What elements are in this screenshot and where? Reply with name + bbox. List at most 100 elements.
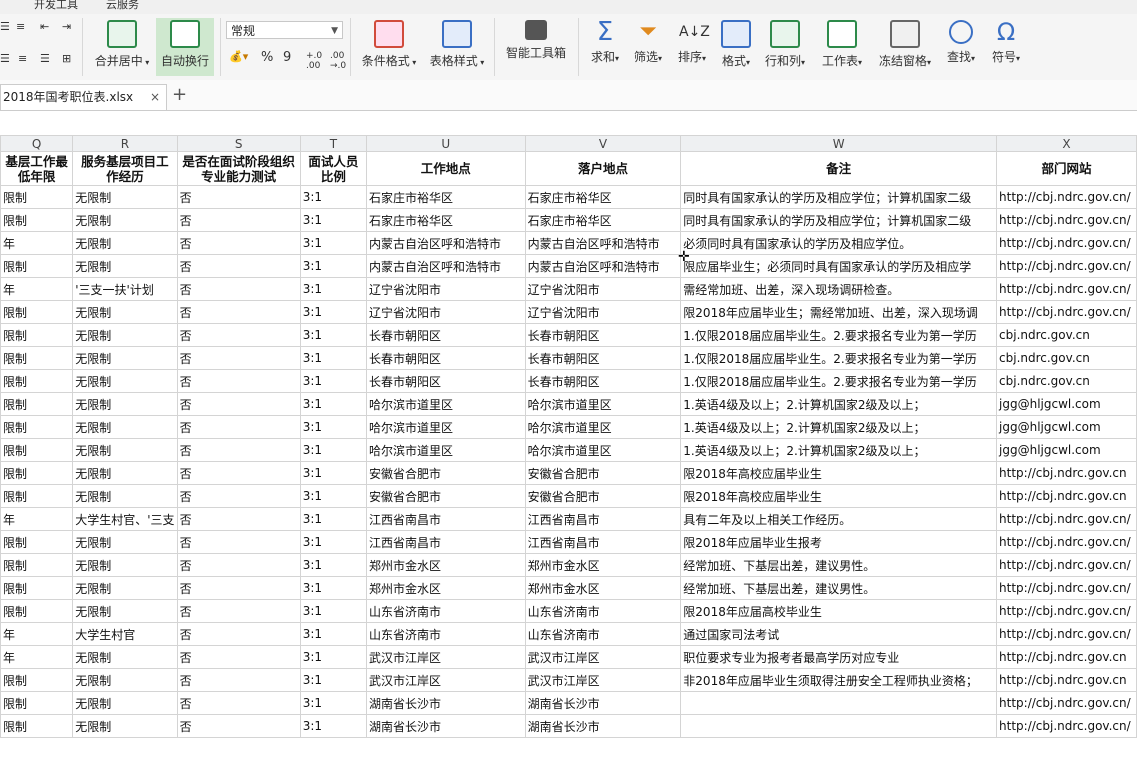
cell[interactable]: 否 xyxy=(176,300,301,324)
cell[interactable]: http://cbj.ndrc.gov.cn/ xyxy=(996,185,1137,209)
field-header[interactable]: 服务基层项目工作经历 xyxy=(72,151,178,186)
cell[interactable]: 否 xyxy=(176,622,301,646)
cell[interactable]: 长春市朝阳区 xyxy=(366,346,526,370)
cell[interactable]: 郑州市金水区 xyxy=(524,553,682,577)
field-header[interactable]: 工作地点 xyxy=(366,151,526,186)
field-header[interactable]: 基层工作最低年限 xyxy=(0,151,74,186)
cell[interactable]: 限制 xyxy=(0,254,74,278)
cell[interactable]: 1.仅限2018届应届毕业生。2.要求报名专业为第一学历 xyxy=(680,323,998,347)
cell[interactable]: 限2018年应届毕业生报考 xyxy=(680,530,998,554)
cell[interactable]: 哈尔滨市道里区 xyxy=(524,438,682,462)
comma-button[interactable]: 9 xyxy=(283,50,291,65)
cell[interactable]: 3:1 xyxy=(299,461,368,485)
cell[interactable]: 内蒙古自治区呼和浩特市 xyxy=(366,254,526,278)
cell[interactable]: 石家庄市裕华区 xyxy=(366,208,526,232)
number-format-select[interactable]: 常规 ▼ xyxy=(226,21,343,39)
column-header-x[interactable]: X xyxy=(996,135,1137,152)
cell[interactable]: 否 xyxy=(176,461,301,485)
cell[interactable]: 限制 xyxy=(0,668,74,692)
increase-decimal-icon[interactable]: +.0.00 xyxy=(306,51,322,71)
cell[interactable]: 江西省南昌市 xyxy=(366,507,526,531)
cell[interactable]: 限2018年高校应届毕业生 xyxy=(680,461,998,485)
cell[interactable]: 安徽省合肥市 xyxy=(366,461,526,485)
cell[interactable]: 经常加班、下基层出差，建议男性。 xyxy=(680,576,998,600)
cell[interactable]: cbj.ndrc.gov.cn xyxy=(996,346,1137,370)
cell[interactable]: 限制 xyxy=(0,714,74,738)
cell[interactable]: 辽宁省沈阳市 xyxy=(524,277,682,301)
cell[interactable]: 1.英语4级及以上；2.计算机国家2级及以上； xyxy=(680,415,998,439)
cell[interactable]: 江西省南昌市 xyxy=(524,507,682,531)
cell[interactable]: 否 xyxy=(176,714,301,738)
cell[interactable]: 1.仅限2018届应届毕业生。2.要求报名专业为第一学历 xyxy=(680,346,998,370)
cell[interactable]: 否 xyxy=(176,553,301,577)
cell[interactable]: 1.英语4级及以上；2.计算机国家2级及以上； xyxy=(680,438,998,462)
cell[interactable]: 限制 xyxy=(0,415,74,439)
cell[interactable]: 年 xyxy=(0,645,74,669)
indent-increase-icon[interactable]: ⇥ xyxy=(62,20,71,33)
percent-button[interactable]: % xyxy=(261,50,273,65)
cell[interactable]: 限2018年应届高校毕业生 xyxy=(680,599,998,623)
formula-bar[interactable] xyxy=(0,111,1137,136)
cell[interactable]: 山东省济南市 xyxy=(524,599,682,623)
cell[interactable]: 湖南省长沙市 xyxy=(366,691,526,715)
align-distributed-icon[interactable]: ☰ xyxy=(40,52,50,65)
currency-icon[interactable]: 💰▾ xyxy=(229,50,248,63)
cell[interactable]: 无限制 xyxy=(72,714,178,738)
cell[interactable]: 3:1 xyxy=(299,530,368,554)
cell[interactable]: 辽宁省沈阳市 xyxy=(366,277,526,301)
cell[interactable]: 无限制 xyxy=(72,668,178,692)
cell[interactable]: http://cbj.ndrc.gov.cn/ xyxy=(996,576,1137,600)
cell[interactable]: jgg@hljgcwl.com xyxy=(996,392,1137,416)
indent-decrease-icon[interactable]: ⇤ xyxy=(40,20,49,33)
cell[interactable]: 江西省南昌市 xyxy=(524,530,682,554)
cell[interactable]: 石家庄市裕华区 xyxy=(366,185,526,209)
column-header-q[interactable]: Q xyxy=(0,135,74,152)
cell[interactable]: 武汉市江岸区 xyxy=(524,645,682,669)
cell[interactable]: 限制 xyxy=(0,438,74,462)
cell[interactable]: 限制 xyxy=(0,461,74,485)
cell[interactable]: 否 xyxy=(176,346,301,370)
file-tab[interactable]: 2018年国考职位表.xlsx × xyxy=(0,84,167,110)
cell[interactable]: 无限制 xyxy=(72,438,178,462)
cell[interactable]: 否 xyxy=(176,438,301,462)
cell[interactable]: 无限制 xyxy=(72,530,178,554)
cell[interactable]: 长春市朝阳区 xyxy=(366,323,526,347)
cell[interactable]: 通过国家司法考试 xyxy=(680,622,998,646)
cell[interactable]: 否 xyxy=(176,231,301,255)
cell[interactable]: 年 xyxy=(0,622,74,646)
distribute-icon[interactable]: ⊞ xyxy=(62,52,71,65)
cell[interactable]: 3:1 xyxy=(299,231,368,255)
cell[interactable]: 年 xyxy=(0,507,74,531)
cell[interactable]: 辽宁省沈阳市 xyxy=(524,300,682,324)
cell[interactable]: 否 xyxy=(176,484,301,508)
field-header[interactable]: 备注 xyxy=(680,151,998,186)
cell[interactable]: 无限制 xyxy=(72,185,178,209)
cell[interactable]: 限制 xyxy=(0,599,74,623)
cell[interactable]: 内蒙古自治区呼和浩特市 xyxy=(524,254,682,278)
cell[interactable]: 无限制 xyxy=(72,369,178,393)
cell[interactable]: 3:1 xyxy=(299,208,368,232)
cell[interactable]: 无限制 xyxy=(72,208,178,232)
cell[interactable]: 3:1 xyxy=(299,645,368,669)
cell[interactable]: 哈尔滨市道里区 xyxy=(366,415,526,439)
cell[interactable]: 江西省南昌市 xyxy=(366,530,526,554)
cell[interactable]: 限应届毕业生；必须同时具有国家承认的学历及相应学 xyxy=(680,254,998,278)
cell[interactable]: 限制 xyxy=(0,185,74,209)
cell[interactable]: 具有二年及以上相关工作经历。 xyxy=(680,507,998,531)
cell[interactable]: 无限制 xyxy=(72,645,178,669)
cell[interactable]: 郑州市金水区 xyxy=(524,576,682,600)
cell[interactable]: 内蒙古自治区呼和浩特市 xyxy=(524,231,682,255)
cell[interactable]: http://cbj.ndrc.gov.cn/ xyxy=(996,622,1137,646)
cell[interactable]: 限制 xyxy=(0,484,74,508)
column-header-t[interactable]: T xyxy=(299,135,368,152)
cell[interactable]: 武汉市江岸区 xyxy=(366,645,526,669)
cell[interactable]: http://cbj.ndrc.gov.cn/ xyxy=(996,599,1137,623)
cell[interactable]: 限2018年高校应届毕业生 xyxy=(680,484,998,508)
cell[interactable]: jgg@hljgcwl.com xyxy=(996,415,1137,439)
cell[interactable]: http://cbj.ndrc.gov.cn/ xyxy=(996,530,1137,554)
cell[interactable]: 无限制 xyxy=(72,392,178,416)
field-header[interactable]: 落户地点 xyxy=(524,151,682,186)
cell[interactable]: 长春市朝阳区 xyxy=(524,346,682,370)
cell[interactable]: 无限制 xyxy=(72,254,178,278)
cell[interactable]: 同时具有国家承认的学历及相应学位；计算机国家二级 xyxy=(680,185,998,209)
